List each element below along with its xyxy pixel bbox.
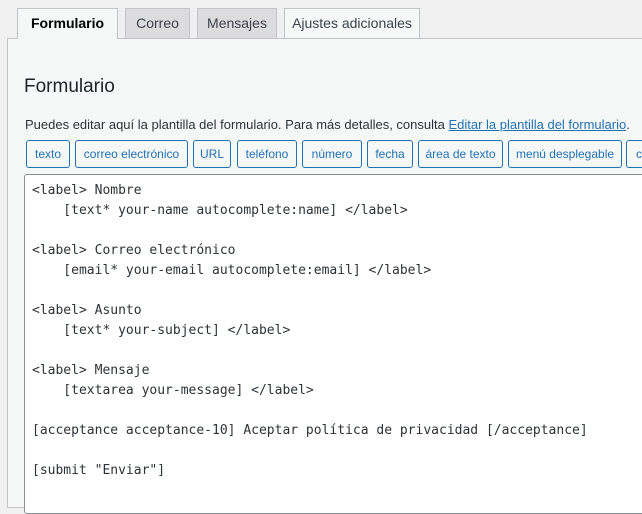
tab-ajustes-adicionales[interactable]: Ajustes adicionales: [284, 8, 420, 38]
description-text: Puedes editar aquí la plantilla del form…: [25, 117, 449, 132]
tag-button-telefono[interactable]: teléfono: [237, 140, 297, 168]
form-template-editor[interactable]: <label> Nombre [text* your-name autocomp…: [24, 174, 642, 514]
description-end: .: [626, 117, 630, 132]
tag-button-texto[interactable]: texto: [26, 140, 70, 168]
panel-description: Puedes editar aquí la plantilla del form…: [25, 117, 630, 132]
tag-button-numero[interactable]: número: [302, 140, 362, 168]
tab-bar: Formulario Correo Mensajes Ajustes adici…: [0, 0, 642, 39]
tab-mensajes[interactable]: Mensajes: [197, 8, 277, 38]
tag-button-more[interactable]: c: [626, 140, 642, 168]
edit-template-link[interactable]: Editar la plantilla del formulario: [448, 117, 626, 132]
tag-button-menu-desplegable[interactable]: menú desplegable: [508, 140, 622, 168]
tab-formulario[interactable]: Formulario: [17, 8, 118, 39]
tag-button-fecha[interactable]: fecha: [367, 140, 413, 168]
tag-button-area-de-texto[interactable]: área de texto: [418, 140, 503, 168]
tag-button-correo-electronico[interactable]: correo electrónico: [75, 140, 188, 168]
tag-button-url[interactable]: URL: [193, 140, 231, 168]
tab-correo[interactable]: Correo: [125, 8, 190, 38]
panel-title: Formulario: [24, 76, 115, 97]
